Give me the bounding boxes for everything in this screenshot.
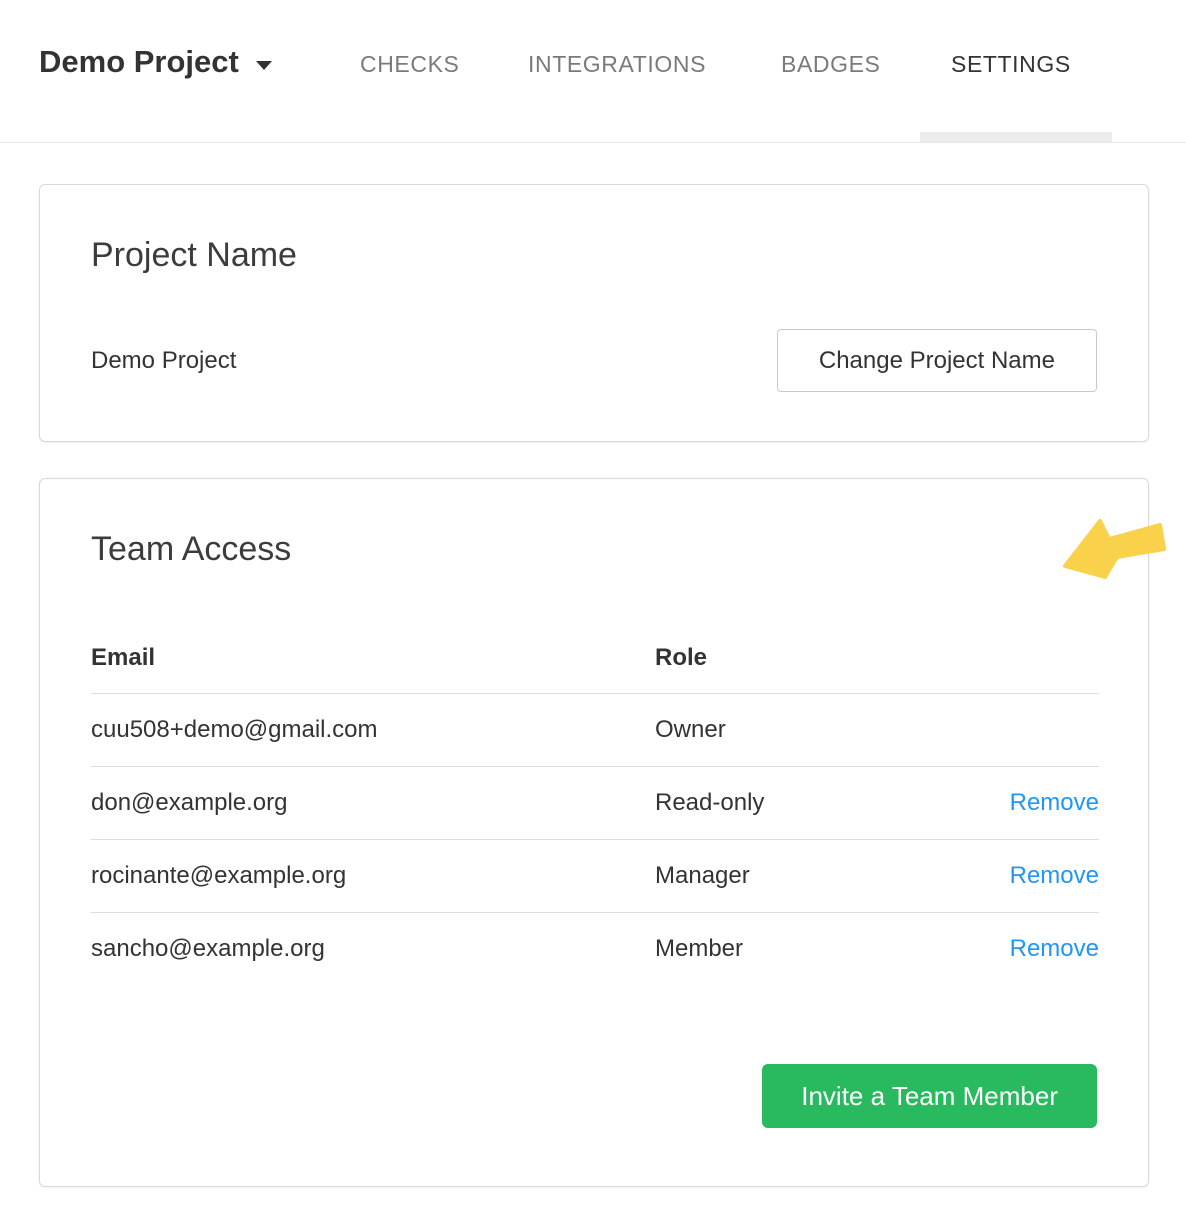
member-role: Owner [655,694,935,767]
team-table-body: cuu508+demo@gmail.com Owner don@example.… [91,694,1099,986]
member-email: sancho@example.org [91,913,655,986]
team-member-row: rocinante@example.org Manager Remove [91,840,1099,913]
settings-content: Project Name Demo Project Change Project… [0,143,1186,1187]
change-project-name-button[interactable]: Change Project Name [777,329,1097,392]
team-member-row: don@example.org Read-only Remove [91,767,1099,840]
project-name-row: Demo Project Change Project Name [91,329,1097,392]
tab-integrations[interactable]: INTEGRATIONS [528,51,706,78]
team-access-card-title: Team Access [40,479,1148,570]
remove-member-link[interactable]: Remove [1010,862,1099,889]
team-member-row: sancho@example.org Member Remove [91,913,1099,986]
member-email: don@example.org [91,767,655,840]
invite-team-member-button[interactable]: Invite a Team Member [762,1064,1097,1128]
team-access-card: Team Access Email Role cuu508+demo@gmail… [39,478,1149,1187]
member-role: Member [655,913,935,986]
tab-badges[interactable]: BADGES [781,51,880,78]
top-navbar: Demo Project CHECKS INTEGRATIONS BADGES … [0,0,1186,143]
project-name-card-title: Project Name [40,185,1148,276]
email-column-header: Email [91,614,655,694]
member-role: Manager [655,840,935,913]
member-email: cuu508+demo@gmail.com [91,694,655,767]
invite-button-row: Invite a Team Member [91,1064,1097,1128]
remove-member-link[interactable]: Remove [1010,789,1099,816]
member-email: rocinante@example.org [91,840,655,913]
tab-settings[interactable]: SETTINGS [951,51,1071,78]
team-members-table: Email Role cuu508+demo@gmail.com Owner d… [91,614,1099,985]
tab-checks[interactable]: CHECKS [360,51,459,78]
role-column-header: Role [655,614,935,694]
settings-active-tab-indicator [920,132,1112,142]
project-name-card: Project Name Demo Project Change Project… [39,184,1149,442]
table-header-row: Email Role [91,614,1099,694]
chevron-down-icon [256,61,272,70]
project-switcher-label: Demo Project [39,44,239,80]
remove-member-link[interactable]: Remove [1010,935,1099,962]
project-switcher[interactable]: Demo Project [39,44,272,80]
team-member-row: cuu508+demo@gmail.com Owner [91,694,1099,767]
actions-column-header [935,614,1099,694]
project-name-value: Demo Project [91,347,236,375]
member-role: Read-only [655,767,935,840]
